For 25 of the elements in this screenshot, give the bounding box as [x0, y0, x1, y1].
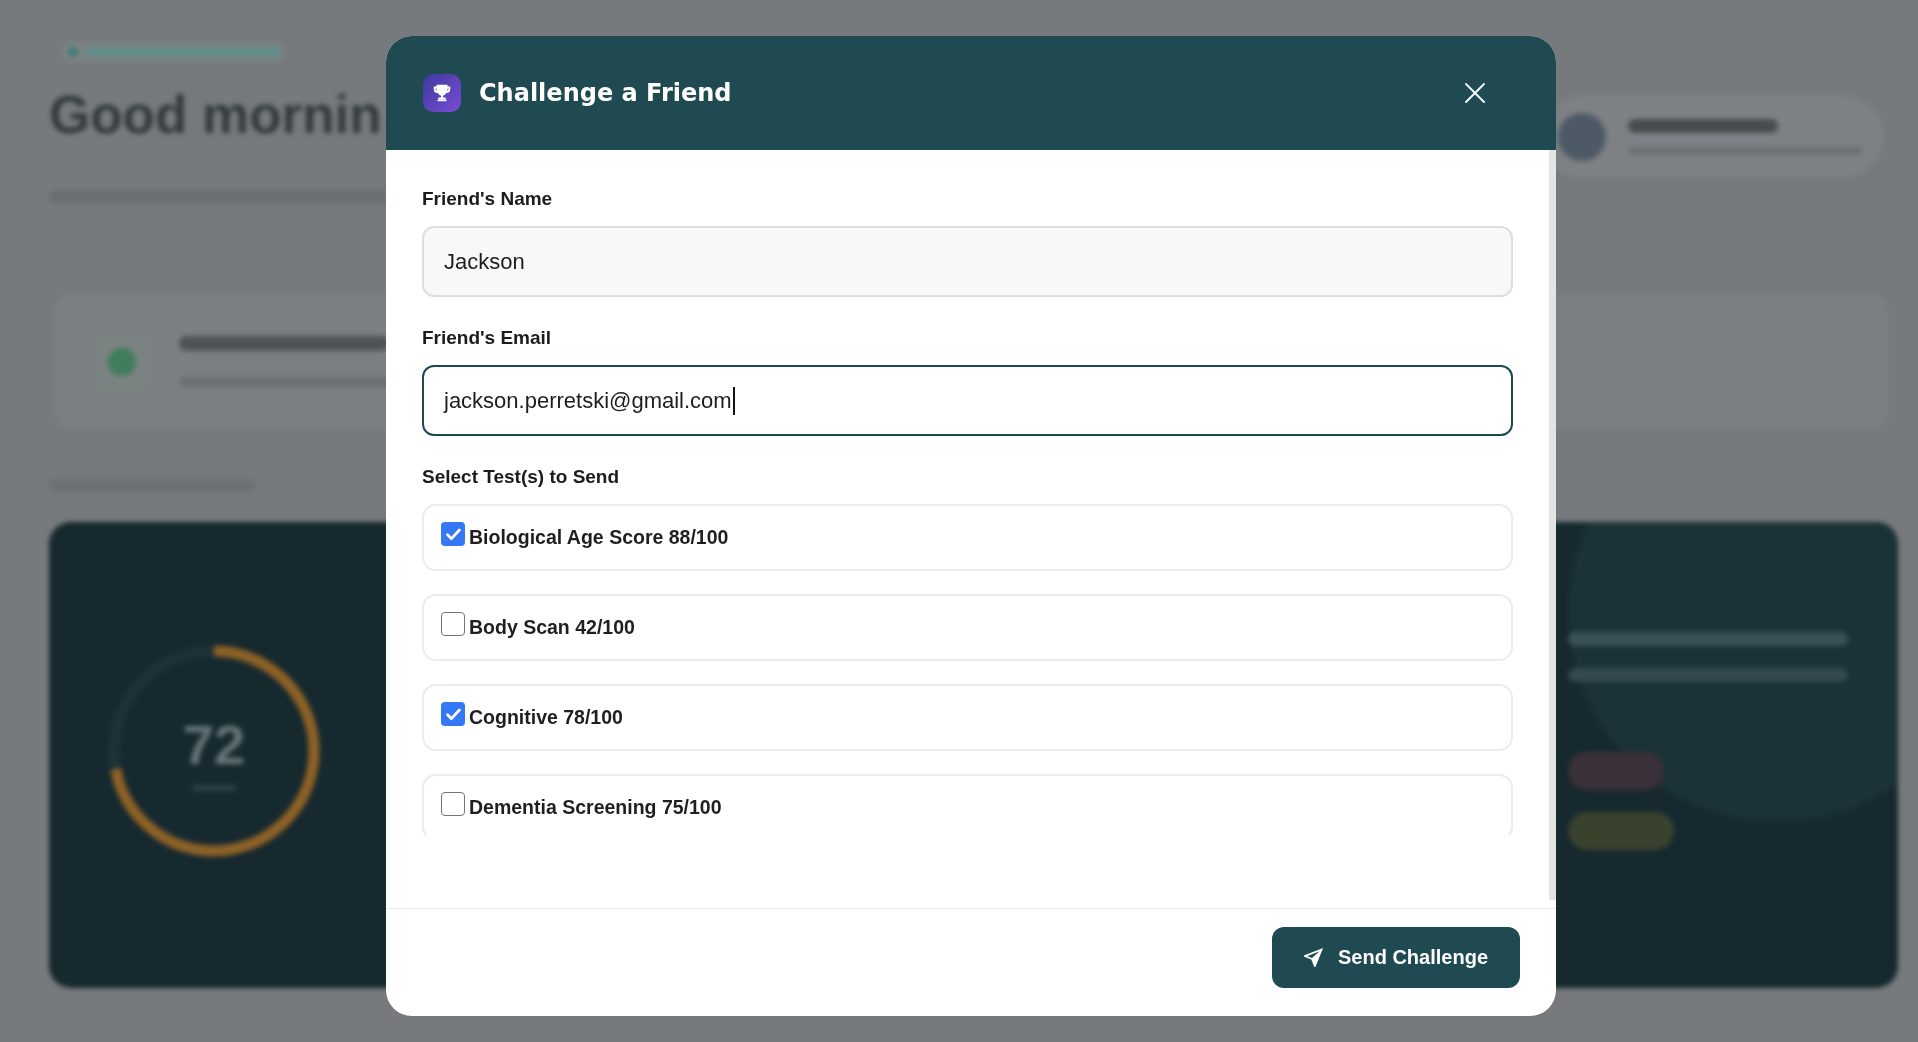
text-cursor	[732, 386, 735, 415]
test-option[interactable]: Cognitive 78/100	[422, 684, 1513, 751]
checkmark-icon	[445, 707, 461, 721]
checkbox[interactable]	[441, 792, 465, 816]
test-option[interactable]: Body Scan 42/100	[422, 594, 1513, 661]
close-icon	[1465, 83, 1485, 103]
text-input[interactable]: Jackson	[422, 226, 1513, 297]
text-input[interactable]: jackson.perretski@gmail.com	[422, 365, 1513, 436]
section-label: Select Test(s) to Send	[422, 466, 621, 488]
checkbox[interactable]	[441, 702, 465, 726]
checkbox[interactable]	[441, 612, 465, 636]
send-challenge-button[interactable]: Send Challenge	[1271, 927, 1520, 988]
close-button[interactable]	[1464, 82, 1486, 104]
field-label: Friend's Name	[422, 188, 554, 210]
checkbox[interactable]	[441, 522, 465, 546]
score-value: 72	[181, 715, 247, 775]
field-label: Friend's Email	[422, 327, 553, 349]
send-icon	[1301, 946, 1325, 969]
test-option[interactable]: Dementia Screening 75/100	[422, 774, 1513, 835]
greeting-heading: Good mornin	[49, 84, 383, 146]
scrollbar-thumb[interactable]	[1549, 150, 1556, 900]
dialog-title: Challenge a Friend	[479, 79, 732, 107]
trophy-icon	[423, 74, 461, 112]
test-option[interactable]: Biological Age Score 88/100	[422, 504, 1513, 571]
checkmark-icon	[445, 527, 461, 541]
